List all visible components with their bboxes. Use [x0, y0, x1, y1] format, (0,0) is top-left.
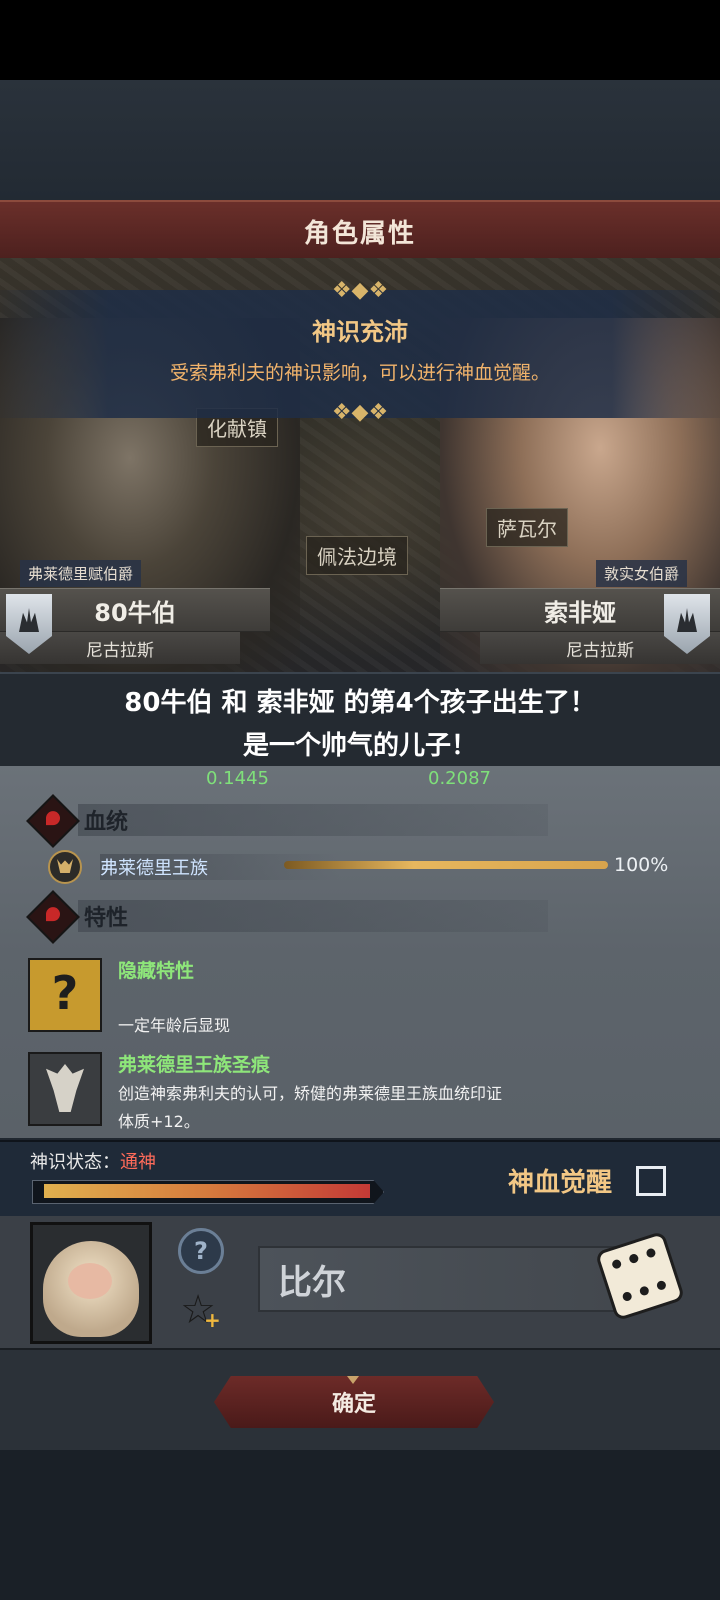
divine-label-text: 神识状态： — [30, 1152, 120, 1173]
child-name-input[interactable] — [258, 1246, 618, 1312]
status-bar — [0, 0, 720, 80]
banner-subtitle: 受索弗利夫的神识影响，可以进行神血觉醒。 — [169, 362, 550, 384]
title-bar: 角色属性 — [0, 200, 720, 262]
notice-banner — [0, 290, 720, 418]
bottom-background — [0, 1450, 720, 1600]
divine-state-label: 神识状态：通神 — [30, 1148, 156, 1174]
ornament-icon: ❖◆❖ — [331, 278, 389, 303]
bloodline-header: 血统 — [26, 794, 688, 848]
help-icon[interactable]: ? — [178, 1228, 224, 1274]
banner-title: 神识充沛 — [312, 318, 408, 346]
trait-title: 弗莱德里王族圣痕 — [118, 1054, 271, 1076]
bloodline-name: 弗莱德里王族 — [100, 858, 208, 879]
section-stripe — [78, 900, 548, 932]
bloodline-percent: 100% — [614, 854, 669, 876]
trait-desc: 创造神索弗利夫的认可，矫健的弗莱德里王族血统印证 — [118, 1084, 503, 1103]
ornament-icon: ❖◆❖ — [331, 400, 389, 425]
trait-effect: 体质+12。 — [118, 1112, 200, 1131]
bloodline-row: 弗莱德里王族 100% — [48, 850, 688, 884]
map-label: 萨瓦尔 — [486, 508, 568, 547]
confirm-label: 确定 — [331, 1392, 376, 1417]
page-title: 角色属性 — [303, 218, 416, 249]
baby-face — [68, 1263, 112, 1299]
flame-icon — [26, 890, 80, 944]
crown-icon[interactable] — [48, 850, 82, 884]
mother-rank: 敦实女伯爵 — [596, 560, 688, 587]
traits-header: 特性 — [26, 890, 688, 944]
bloodline-label: 血统 — [84, 810, 129, 835]
birth-message: 80牛伯 和 索非娅 的第4个孩子出生了！ 是一个帅气的儿子！ — [0, 672, 720, 768]
confirm-button[interactable]: 确定 — [214, 1376, 494, 1428]
blood-drop-icon — [26, 794, 80, 848]
divine-progress-fill — [44, 1184, 370, 1198]
trait-title: 隐藏特性 — [118, 960, 195, 982]
bloodline-progress — [284, 861, 608, 869]
traits-label: 特性 — [84, 906, 129, 931]
awaken-label: 神血觉醒 — [508, 1168, 613, 1198]
map-label: 佩法边境 — [306, 536, 408, 575]
trait-desc: 一定年龄后显现 — [118, 1016, 231, 1035]
birth-line-1: 80牛伯 和 索非娅 的第4个孩子出生了！ — [124, 688, 596, 718]
father-rank: 弗莱德里赋伯爵 — [20, 560, 142, 587]
coefficient-right: 0.2087 — [428, 768, 491, 789]
awaken-checkbox[interactable] — [636, 1166, 666, 1196]
question-mark-icon[interactable]: ? — [28, 958, 102, 1032]
section-stripe — [78, 804, 548, 836]
plus-icon: + — [204, 1308, 221, 1332]
divine-state-value: 通神 — [120, 1152, 156, 1173]
coefficient-left: 0.1445 — [206, 768, 269, 789]
child-avatar[interactable] — [30, 1222, 152, 1344]
birth-line-2: 是一个帅气的儿子！ — [242, 731, 477, 761]
holy-sigil-icon[interactable] — [28, 1052, 102, 1126]
